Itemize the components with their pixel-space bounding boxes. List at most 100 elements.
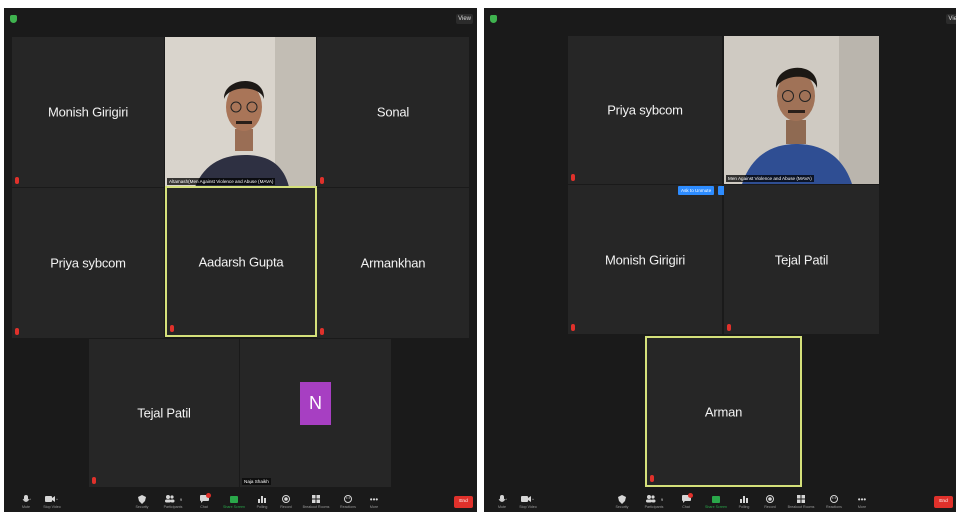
mic-muted-icon <box>727 324 731 331</box>
participant-video <box>165 37 316 187</box>
svg-text:^: ^ <box>56 497 58 502</box>
security-button[interactable]: Security <box>130 494 154 511</box>
participant-avatar: N <box>300 382 331 425</box>
ellipsis-icon: ••• <box>857 494 867 504</box>
svg-text:^: ^ <box>532 497 534 502</box>
participant-video <box>724 36 879 184</box>
chat-button[interactable]: Chat <box>192 493 216 511</box>
participant-name: Naja Shaikh <box>242 478 271 485</box>
meeting-toolbar: ^ Mute ^ Stop Video Security 9 Participa… <box>4 492 477 512</box>
stop-video-button[interactable]: ^ Stop Video <box>40 494 64 511</box>
mic-muted-icon <box>650 475 654 482</box>
share-screen-icon <box>704 494 728 504</box>
participant-name: Tejal Patil <box>137 405 191 421</box>
participant-tile[interactable]: Tejal Patil <box>724 185 879 334</box>
mic-muted-icon <box>571 174 575 181</box>
more-button[interactable]: ••• More <box>362 494 386 511</box>
notification-badge <box>206 493 211 498</box>
ask-to-unmute-button[interactable]: Ask to Unmute <box>678 186 715 195</box>
meeting-toolbar: ^ Mute ^ Stop Video Security 9 Participa… <box>484 492 956 512</box>
participant-name: Monish Girigiri <box>47 104 129 120</box>
stop-video-button[interactable]: ^ Stop Video <box>516 494 540 511</box>
end-meeting-button[interactable]: End <box>454 496 473 508</box>
participant-tile[interactable]: Priya sybcom <box>568 36 722 184</box>
bar-chart-icon <box>732 494 756 504</box>
record-button[interactable]: Record <box>274 494 298 511</box>
polling-button[interactable]: Polling <box>732 494 756 511</box>
shield-icon <box>130 494 154 504</box>
participant-video-tile[interactable]: Altamash(Men Against Violence and Abuse … <box>165 37 316 187</box>
participant-tile[interactable]: N Naja Shaikh <box>240 339 391 487</box>
end-meeting-button[interactable]: End <box>934 496 953 508</box>
mic-muted-icon <box>15 328 19 335</box>
active-speaker-tile[interactable]: Arman <box>645 336 802 487</box>
participants-button[interactable]: 9 Participants <box>642 494 666 511</box>
participant-tile[interactable]: Ask to Unmute Monish Girigiri <box>568 185 726 334</box>
svg-text:^: ^ <box>506 497 508 502</box>
people-icon: 9 <box>642 494 666 504</box>
chat-bubble-icon <box>674 493 698 504</box>
emoji-icon <box>822 494 846 504</box>
breakout-rooms-button[interactable]: Breakout Rooms <box>788 494 814 511</box>
video-camera-icon: ^ <box>516 494 540 504</box>
meeting-window-right: Vie Priya sybcom Men Against Violence an… <box>484 8 956 512</box>
participant-tile[interactable]: Armankhan <box>317 188 469 338</box>
view-button[interactable]: Vie <box>946 14 956 24</box>
mute-button[interactable]: ^ Mute <box>490 494 514 511</box>
reactions-button[interactable]: Reactions <box>336 494 360 511</box>
share-screen-button[interactable]: Share Screen <box>222 494 246 511</box>
ellipsis-icon: ••• <box>369 494 379 504</box>
share-screen-icon <box>222 494 246 504</box>
participant-tile[interactable]: Tejal Patil <box>89 339 239 487</box>
svg-text:^: ^ <box>30 497 32 502</box>
participant-name: Priya sybcom <box>607 102 683 118</box>
participant-name: Sonal <box>376 104 410 120</box>
mic-muted-icon <box>320 328 324 335</box>
participant-name: Aadarsh Gupta <box>198 254 284 269</box>
participants-button[interactable]: 9 Participants <box>161 494 185 511</box>
participant-tile[interactable]: Monish Girigiri <box>12 37 164 187</box>
mic-muted-icon <box>320 177 324 184</box>
emoji-icon <box>336 494 360 504</box>
share-screen-button[interactable]: Share Screen <box>704 494 728 511</box>
shield-icon[interactable] <box>10 15 17 23</box>
more-button[interactable]: ••• More <box>850 494 874 511</box>
participant-name: Armankhan <box>360 255 426 271</box>
record-button[interactable]: Record <box>758 494 782 511</box>
top-bar: View <box>4 8 477 30</box>
meeting-window-left: View Monish Girigiri Altamash(Men Agains… <box>4 8 477 512</box>
participant-name: Priya sybcom <box>50 255 126 271</box>
security-button[interactable]: Security <box>610 494 634 511</box>
notification-badge <box>688 493 693 498</box>
mic-muted-icon <box>571 324 575 331</box>
participant-caption: Altamash(Men Against Violence and Abuse … <box>167 178 276 185</box>
active-speaker-tile[interactable]: Aadarsh Gupta <box>165 186 317 337</box>
mic-icon: ^ <box>14 494 38 504</box>
video-camera-icon: ^ <box>40 494 64 504</box>
chat-button[interactable]: Chat <box>674 493 698 511</box>
reactions-button[interactable]: Reactions <box>822 494 846 511</box>
participant-tile[interactable]: Priya sybcom <box>12 188 164 338</box>
bar-chart-icon <box>250 494 274 504</box>
record-icon <box>274 494 298 504</box>
mic-muted-icon <box>92 477 96 484</box>
top-bar: Vie <box>484 8 956 30</box>
mute-button[interactable]: ^ Mute <box>14 494 38 511</box>
mic-icon: ^ <box>490 494 514 504</box>
participant-name: Monish Girigiri <box>604 252 686 267</box>
participant-video-tile[interactable]: Men Against Violence and Abuse (MAVA) <box>724 36 879 184</box>
record-icon <box>758 494 782 504</box>
shield-icon <box>610 494 634 504</box>
mic-muted-icon <box>170 325 174 332</box>
mic-muted-icon <box>15 177 19 184</box>
view-button[interactable]: View <box>456 14 473 24</box>
participant-name: Tejal Patil <box>774 252 829 267</box>
shield-icon[interactable] <box>490 15 497 23</box>
participant-caption: Men Against Violence and Abuse (MAVA) <box>726 175 814 182</box>
participant-tile[interactable]: Sonal <box>317 37 469 187</box>
chat-bubble-icon <box>192 493 216 504</box>
breakout-rooms-button[interactable]: Breakout Rooms <box>303 494 329 511</box>
people-icon: 9 <box>161 494 185 504</box>
grid-icon <box>304 494 328 504</box>
participant-name: Arman <box>704 404 743 419</box>
